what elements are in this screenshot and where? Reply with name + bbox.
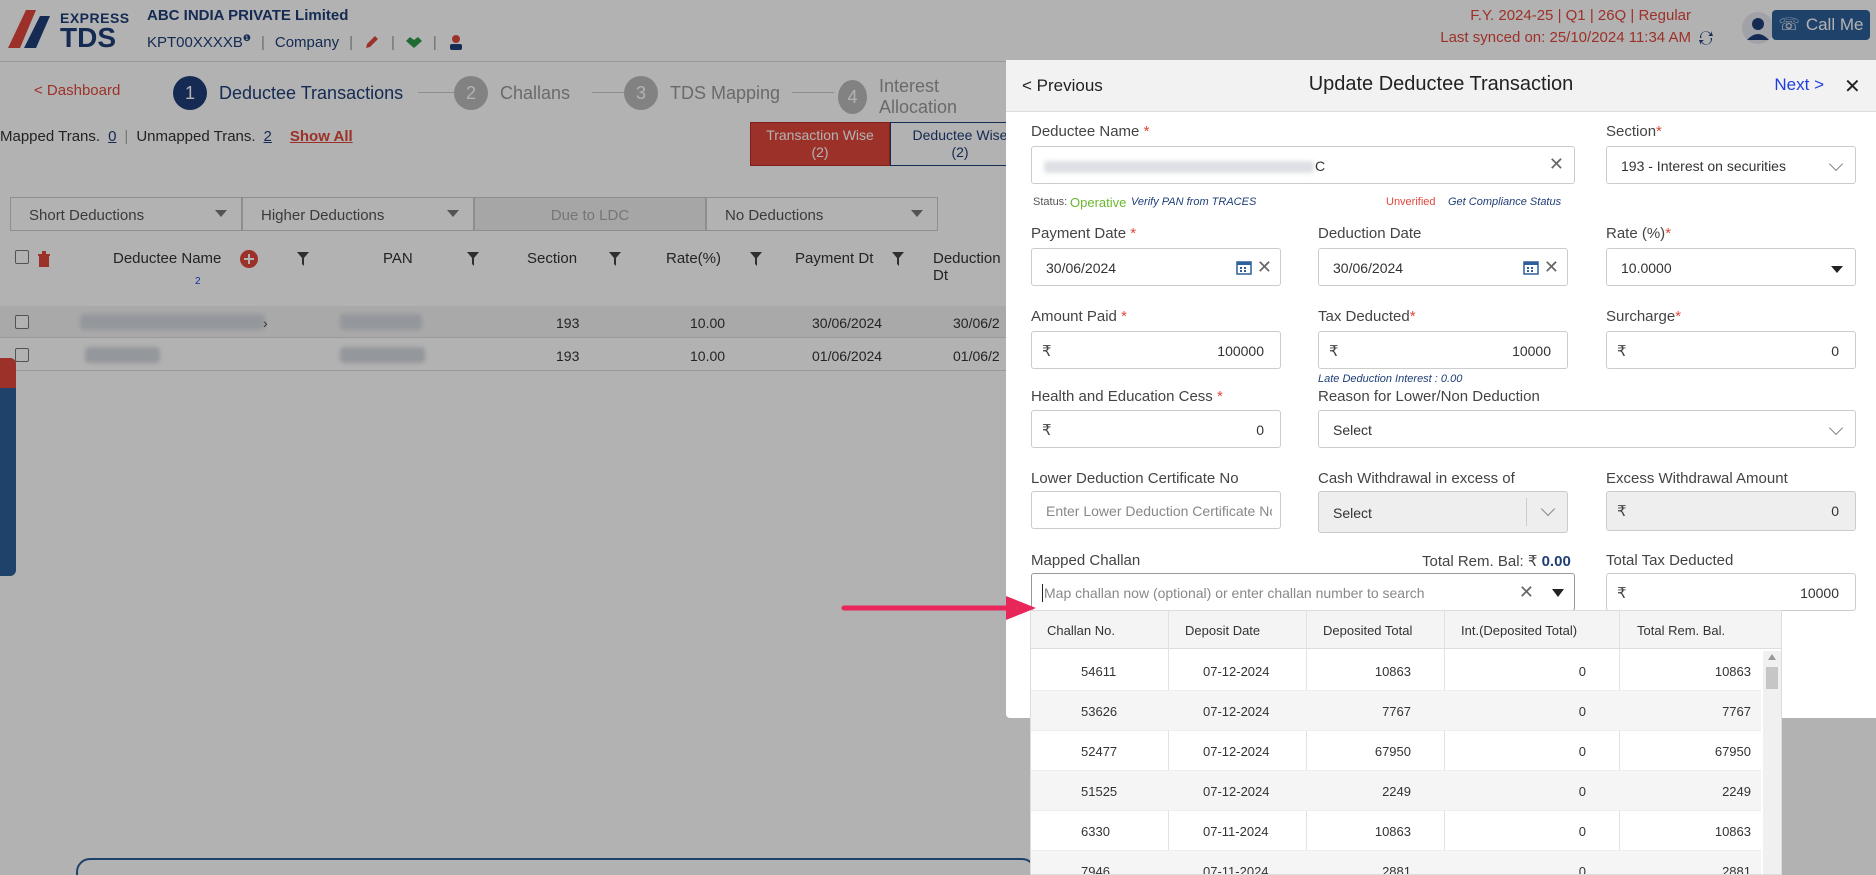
ldc-input[interactable]: Enter Lower Deduction Certificate No (1031, 491, 1281, 529)
challan-row[interactable]: 6330 07-11-2024 10863 0 10863 (1031, 811, 1761, 851)
cash-withdrawal-select: Select (1318, 491, 1568, 533)
rupee-icon: ₹ (1617, 503, 1627, 520)
challan-row[interactable]: 52477 07-12-2024 67950 0 67950 (1031, 731, 1761, 771)
tax-deducted-field[interactable]: ₹ 10000 (1318, 331, 1568, 369)
deductee-name-label: Deductee Name * (1031, 123, 1150, 140)
challan-row[interactable]: 54611 07-12-2024 10863 0 10863 (1031, 651, 1761, 691)
rupee-icon: ₹ (1617, 343, 1627, 360)
challan-scrollbar[interactable] (1763, 651, 1781, 874)
close-icon[interactable]: ✕ (1844, 74, 1864, 98)
chevron-down-icon (1828, 420, 1844, 436)
payment-date-label: Payment Date * (1031, 225, 1137, 242)
next-button[interactable]: Next > (1774, 75, 1824, 95)
chevron-down-icon (1540, 501, 1556, 517)
deductee-name-field[interactable]: C ✕ (1031, 146, 1575, 184)
cess-label: Health and Education Cess * (1031, 388, 1223, 405)
pointer-arrow-icon (841, 596, 1036, 620)
surcharge-label: Surcharge* (1606, 308, 1682, 325)
rupee-icon: ₹ (1329, 343, 1339, 360)
scrollbar-thumb[interactable] (1766, 667, 1778, 689)
scroll-up-icon[interactable] (1768, 654, 1776, 660)
calendar-icon[interactable] (1236, 259, 1252, 275)
pan-status-value: Operative (1070, 195, 1127, 210)
deductee-name-blurred (1044, 161, 1314, 173)
payment-date-field[interactable]: 30/06/2024 ✕ (1031, 248, 1281, 286)
clear-icon[interactable]: ✕ (1544, 257, 1559, 278)
deduction-date-label: Deduction Date (1318, 225, 1422, 242)
reason-select[interactable]: Select (1318, 410, 1856, 448)
clear-icon[interactable]: ✕ (1549, 154, 1564, 175)
deduction-date-field[interactable]: 30/06/2024 ✕ (1318, 248, 1568, 286)
rate-select[interactable]: 10.0000 (1606, 248, 1856, 286)
rate-label: Rate (%)* (1606, 225, 1672, 242)
rupee-icon: ₹ (1042, 343, 1052, 360)
excess-withdrawal-label: Excess Withdrawal Amount (1606, 470, 1788, 487)
mapped-challan-input[interactable]: Map challan now (optional) or enter chal… (1031, 573, 1575, 611)
total-rem-bal: Total Rem. Bal: ₹ 0.00 (1422, 553, 1571, 570)
rupee-icon: ₹ (1617, 585, 1627, 602)
rupee-icon: ₹ (1042, 422, 1052, 439)
excess-withdrawal-field: ₹ 0 (1606, 491, 1856, 531)
challan-row[interactable]: 53626 07-12-2024 7767 0 7767 (1031, 691, 1761, 731)
tax-deducted-label: Tax Deducted* (1318, 308, 1416, 325)
previous-button[interactable]: < Previous (1022, 76, 1103, 96)
unverified-badge: Unverified (1386, 196, 1436, 208)
challan-row[interactable]: 7946 07-11-2024 2881 0 2881 (1031, 851, 1761, 874)
cash-withdrawal-label: Cash Withdrawal in excess of (1318, 470, 1515, 487)
verify-pan-link[interactable]: Verify PAN from TRACES (1131, 196, 1256, 208)
compliance-status-link[interactable]: Get Compliance Status (1448, 196, 1561, 208)
clear-icon[interactable]: ✕ (1519, 582, 1534, 603)
caret-down-icon (1831, 266, 1843, 273)
caret-down-icon[interactable] (1552, 589, 1564, 597)
modal-title: Update Deductee Transaction (1308, 73, 1574, 95)
total-tax-deducted-field: ₹ 10000 (1606, 573, 1856, 611)
amount-paid-label: Amount Paid * (1031, 308, 1127, 325)
pan-status-label: Status: (1033, 196, 1068, 208)
challan-row[interactable]: 51525 07-12-2024 2249 0 2249 (1031, 771, 1761, 811)
reason-label: Reason for Lower/Non Deduction (1318, 388, 1540, 405)
amount-paid-field[interactable]: ₹ 100000 (1031, 331, 1281, 369)
calendar-icon[interactable] (1523, 259, 1539, 275)
late-deduction-interest: Late Deduction Interest : 0.00 (1318, 373, 1463, 385)
challan-table-header: Challan No. Deposit Date Deposited Total… (1031, 611, 1781, 649)
chevron-down-icon (1828, 156, 1844, 172)
cess-field[interactable]: ₹ 0 (1031, 410, 1281, 448)
mapped-challan-label: Mapped Challan (1031, 552, 1141, 569)
clear-icon[interactable]: ✕ (1257, 257, 1272, 278)
section-label: Section* (1606, 123, 1662, 140)
challan-dropdown: Challan No. Deposit Date Deposited Total… (1030, 610, 1782, 875)
modal-header: < Previous Update Deductee Transaction N… (1006, 60, 1876, 112)
total-tax-deducted-label: Total Tax Deducted (1606, 552, 1734, 569)
surcharge-field[interactable]: ₹ 0 (1606, 331, 1856, 369)
ldc-label: Lower Deduction Certificate No (1031, 470, 1239, 487)
section-select[interactable]: 193 - Interest on securities (1606, 146, 1856, 184)
